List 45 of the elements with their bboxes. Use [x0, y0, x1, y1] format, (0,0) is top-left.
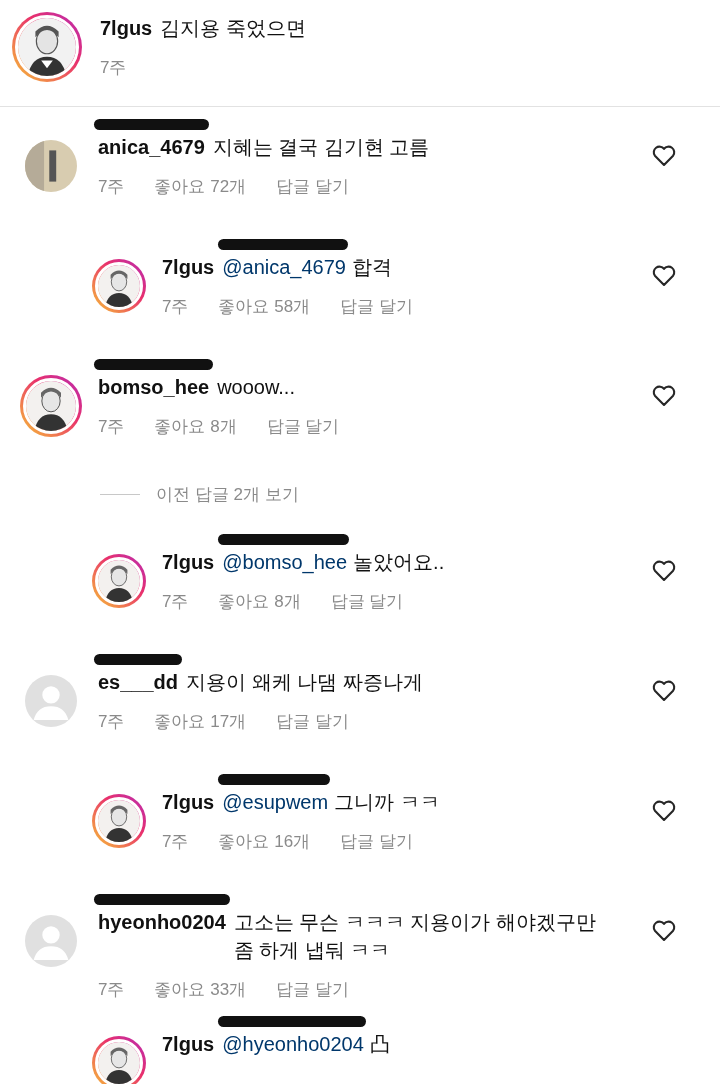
like-count[interactable]: 좋아요 8개 [154, 413, 237, 441]
like-count[interactable]: 좋아요 17개 [154, 708, 247, 736]
comment-time: 7주 [162, 831, 189, 853]
comment-time: 7주 [98, 711, 125, 733]
username[interactable]: bomso_hee [98, 373, 210, 401]
comment-time: 7주 [162, 296, 189, 318]
like-count[interactable]: 좋아요 8개 [218, 588, 301, 616]
comment-text: 지용이 왜케 나댐 짜증나게 [186, 670, 424, 695]
username[interactable]: 7lgus [162, 548, 215, 576]
reply-button[interactable]: 답글 달기 [276, 976, 349, 1004]
comment-text: 凸 [369, 1032, 391, 1057]
like-count[interactable]: 좋아요 33개 [154, 976, 247, 1004]
comment-text: 지혜는 결국 김기현 고름 [212, 135, 431, 160]
post-caption: 김지용 죽었으면 [160, 17, 306, 39]
username[interactable]: 7lgus [100, 17, 153, 39]
username[interactable]: 7lgus [162, 1030, 215, 1058]
comment-time: 7주 [162, 591, 189, 613]
comment-time: 7주 [98, 979, 125, 1001]
mention-link[interactable]: @esupwem [222, 788, 329, 816]
mention-link[interactable]: @hyeonho0204 [222, 1030, 364, 1058]
reply-button[interactable]: 답글 달기 [276, 173, 349, 201]
reply-button[interactable]: 답글 달기 [330, 588, 404, 616]
username[interactable]: hyeonho0204 [98, 908, 226, 936]
like-count[interactable]: 좋아요 58개 [218, 293, 311, 321]
username[interactable]: es___dd [98, 668, 179, 696]
like-count[interactable]: 좋아요 72개 [154, 173, 247, 201]
reply-button[interactable]: 답글 달기 [340, 828, 413, 856]
username[interactable]: 7lgus [162, 788, 215, 816]
comment-text: 그니까 ㅋㅋ [334, 790, 441, 815]
username[interactable]: 7lgus [162, 253, 215, 281]
like-count[interactable]: 좋아요 16개 [218, 828, 311, 856]
post-time: 7주 [100, 57, 127, 79]
comment-time: 7주 [98, 176, 125, 198]
comment-text: 합격 [352, 255, 393, 280]
comment-text: 고소는 무슨 ㅋㅋㅋ 지용이가 해야겠구만 좀 하게 냅둬 ㅋㅋ [233, 910, 598, 963]
view-replies-link[interactable]: 이전 답글 2개 보기 [156, 483, 299, 506]
username[interactable]: anica_4679 [98, 133, 205, 161]
mention-link[interactable]: @anica_4679 [222, 253, 346, 281]
mention-link[interactable]: @bomso_hee [222, 548, 348, 576]
comment-text: 놀았어요.. [353, 550, 446, 575]
reply-button[interactable]: 답글 달기 [266, 413, 340, 441]
comment-text: wooow... [217, 375, 296, 400]
comment-time: 7주 [98, 416, 125, 438]
reply-button[interactable]: 답글 달기 [276, 708, 349, 736]
reply-button[interactable]: 답글 달기 [340, 293, 413, 321]
